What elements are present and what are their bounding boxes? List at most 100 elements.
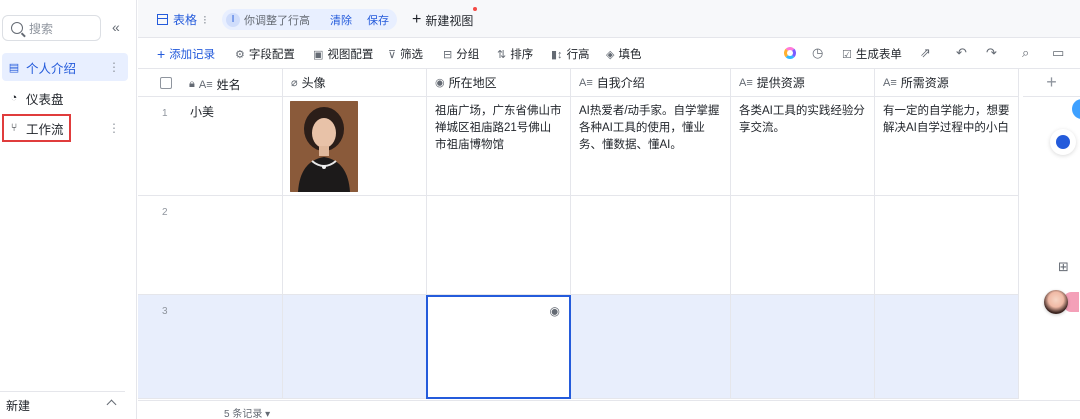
location-icon[interactable]: ◉ — [550, 303, 560, 320]
intro-cell[interactable]: AI热爱者/动手家。自学掌握各种AI工具的使用，懂业务、懂数据、懂AI。 — [571, 97, 731, 196]
avatar-cell[interactable] — [283, 196, 427, 295]
text-icon: A≡ — [198, 78, 213, 91]
plus-icon: + — [157, 46, 166, 62]
sort-icon: ⇅ — [497, 48, 507, 61]
toolbar: + 添加记录 ⚙ 字段配置 ▣ 视图配置 ⊽ 筛选 ⊟ 分组 ⇅ 排序 ▮↕ 行… — [138, 39, 1080, 69]
name-value: 小美 — [190, 105, 215, 119]
generate-form-label: 生成表单 — [855, 49, 902, 61]
generate-form-button[interactable]: ☑ 生成表单 — [842, 46, 902, 62]
add-column-button[interactable]: + — [1023, 69, 1080, 97]
table-row[interactable]: 3 — [138, 295, 283, 399]
sidebar-item-label: 个人介绍 — [26, 61, 77, 76]
assistant-icon[interactable] — [1050, 129, 1076, 155]
column-header: 自我介绍 — [596, 76, 645, 90]
collaborator-avatar[interactable] — [1044, 290, 1068, 314]
fill-color-button[interactable]: ◈ 填色 — [606, 46, 641, 62]
provide-cell[interactable]: 各类AI工具的实践经验分享交流。 — [731, 97, 875, 196]
redo-icon[interactable]: ↷ — [986, 45, 997, 61]
need-cell[interactable] — [875, 196, 1019, 295]
save-button[interactable]: 保存 — [367, 12, 389, 28]
search-input[interactable]: 搜索 — [2, 15, 101, 41]
column-header: 提供资源 — [756, 76, 805, 90]
tab-table-view[interactable]: 表格 ⁝ — [157, 11, 207, 28]
collapse-sidebar-button[interactable]: « — [112, 19, 120, 35]
row-height-icon: ▮↕ — [551, 48, 563, 61]
intro-cell[interactable] — [571, 295, 731, 399]
ai-icon[interactable] — [784, 47, 796, 59]
grid-icon — [157, 14, 168, 25]
sidebar: 搜索 « ▤ 个人介绍 ⋮ ◔ 仪表盘 ⑂ 工作流 ⋮ 新建 — [0, 0, 137, 419]
column-header: 头像 — [301, 76, 326, 90]
filter-icon: ⊽ — [388, 48, 397, 61]
region-cell[interactable]: 祖庙广场，广东省佛山市禅城区祖庙路21号佛山市祖庙博物馆 — [427, 97, 571, 196]
filter-label: 筛选 — [400, 49, 424, 61]
column-header: 所需资源 — [900, 76, 949, 90]
add-record-button[interactable]: + 添加记录 — [157, 46, 215, 62]
header-name-cell[interactable]: 🔒︎ A≡ 姓名 — [138, 69, 283, 97]
record-count-footer[interactable]: 5 条记录 ▾ — [138, 400, 1080, 419]
paint-bucket-icon: ◈ — [606, 48, 615, 61]
column-header-provide[interactable]: A≡ 提供资源 — [731, 69, 875, 97]
search-icon — [11, 22, 23, 34]
column-header-region[interactable]: ◉ 所在地区 — [427, 69, 571, 97]
need-cell[interactable] — [875, 295, 1019, 399]
more-icon[interactable]: ⋮ — [108, 121, 120, 135]
column-header-need[interactable]: A≡ 所需资源 — [875, 69, 1019, 97]
location-icon: ◉ — [435, 77, 445, 89]
field-config-label: 字段配置 — [248, 49, 295, 61]
row-height-label: 行高 — [566, 49, 590, 61]
tab-menu-icon[interactable]: ⁝ — [203, 13, 207, 27]
undo-icon[interactable]: ↶ — [956, 45, 967, 61]
column-header: 姓名 — [216, 78, 241, 92]
column-header-avatar[interactable]: ⌀ 头像 — [283, 69, 427, 97]
caret-down-icon: ▾ — [265, 409, 271, 419]
avatar-image[interactable] — [290, 101, 358, 192]
region-cell[interactable] — [427, 196, 571, 295]
row-height-icon: I — [226, 12, 240, 27]
column-header: 所在地区 — [448, 76, 497, 90]
table-row[interactable]: 1 小美 — [138, 97, 283, 196]
sort-button[interactable]: ⇅ 排序 — [497, 46, 533, 62]
text-icon: A≡ — [883, 76, 897, 89]
row-height-button[interactable]: ▮↕ 行高 — [551, 46, 590, 62]
add-record-label: 添加记录 — [169, 49, 216, 61]
intro-cell[interactable] — [571, 196, 731, 295]
region-cell-selected[interactable]: ◉ — [426, 295, 571, 399]
notification-dot — [473, 7, 477, 11]
need-cell[interactable]: 有一定的自学能力，想要解决AI自学过程中的小白 — [875, 97, 1019, 196]
provide-cell[interactable] — [731, 295, 875, 399]
row-number: 2 — [162, 207, 168, 218]
new-label: 新建 — [6, 399, 31, 413]
more-icon[interactable]: ⋮ — [108, 60, 120, 74]
new-view-button[interactable]: + 新建视图 — [412, 11, 473, 29]
field-config-button[interactable]: ⚙ 字段配置 — [235, 46, 295, 62]
view-config-label: 视图配置 — [327, 49, 374, 61]
tab-label: 表格 — [173, 13, 198, 27]
plus-icon: + — [412, 11, 422, 28]
sidebar-item-personal-intro[interactable]: ▤ 个人介绍 ⋮ — [2, 53, 128, 81]
select-all-checkbox[interactable] — [160, 77, 172, 89]
view-config-icon: ▣ — [313, 48, 324, 61]
history-icon[interactable]: ◷ — [812, 45, 823, 61]
clear-button[interactable]: 清除 — [330, 12, 352, 28]
avatar-cell[interactable] — [283, 295, 427, 399]
table-row[interactable]: 2 — [138, 196, 283, 295]
new-button[interactable]: 新建 — [0, 391, 125, 419]
search-icon[interactable]: ⌕ — [1022, 45, 1029, 61]
group-button[interactable]: ⊟ 分组 — [443, 46, 479, 62]
record-count: 5 条记录 — [224, 409, 263, 419]
comment-icon[interactable]: ▭ — [1052, 45, 1064, 61]
dashboard-icon: ◔ — [10, 92, 18, 104]
share-icon[interactable]: ⇗ — [920, 45, 931, 61]
column-header-intro[interactable]: A≡ 自我介绍 — [571, 69, 731, 97]
apps-grid-icon[interactable]: ⊞ — [1058, 259, 1069, 275]
sidebar-item-label: 仪表盘 — [26, 92, 64, 107]
modified-text: 你调整了行高 — [244, 14, 310, 27]
modified-notice: I 你调整了行高 清除 保存 — [222, 9, 397, 30]
view-config-button[interactable]: ▣ 视图配置 — [313, 46, 373, 62]
text-icon: A≡ — [579, 76, 593, 89]
provide-cell[interactable] — [731, 196, 875, 295]
form-icon: ☑ — [842, 48, 852, 61]
sidebar-item-dashboard[interactable]: ◔ 仪表盘 — [2, 84, 128, 112]
filter-button[interactable]: ⊽ 筛选 — [388, 46, 423, 62]
